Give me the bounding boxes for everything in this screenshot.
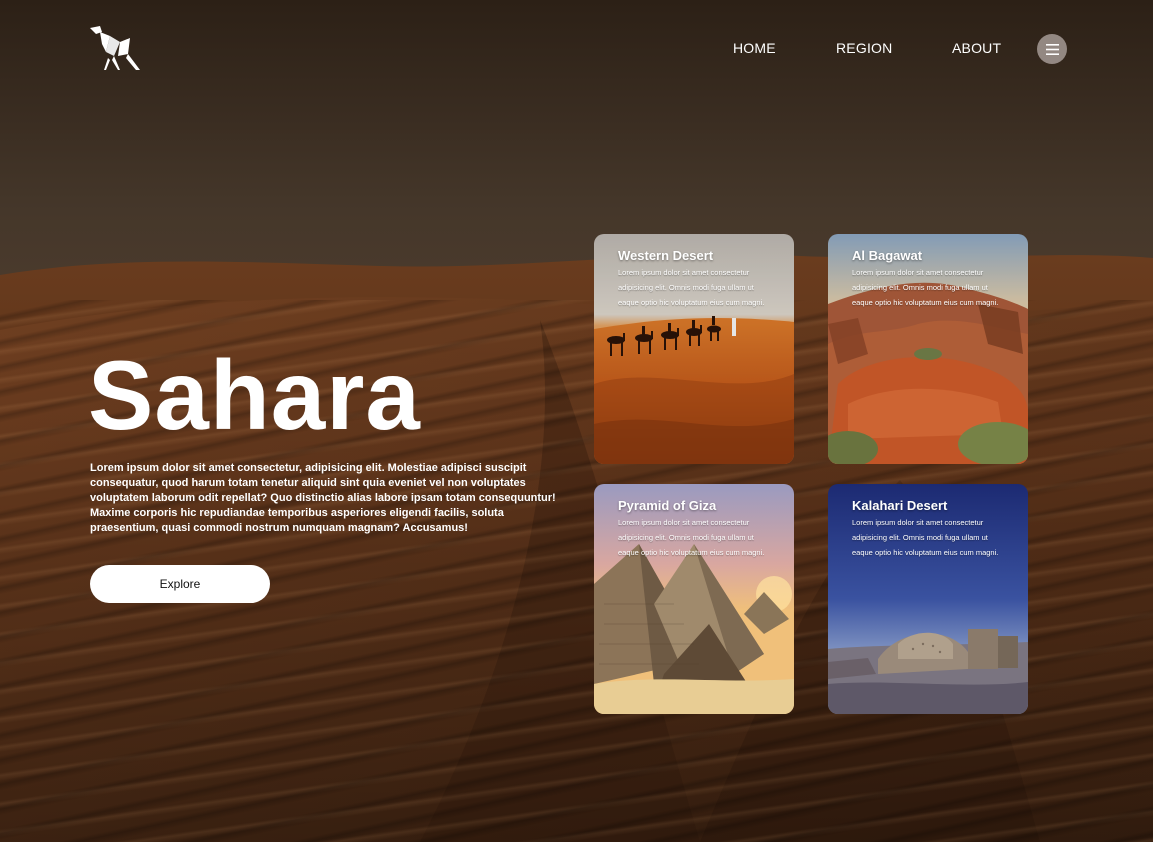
main-navigation: HOME REGION ABOUT [0,40,1153,60]
card-content: Western Desert Lorem ipsum dolor sit ame… [618,248,776,310]
card-description: Lorem ipsum dolor sit amet consectetur a… [852,518,999,557]
nav-item-about[interactable]: ABOUT [952,40,1001,56]
card-content: Kalahari Desert Lorem ipsum dolor sit am… [852,498,1010,560]
nav-item-home[interactable]: HOME [733,40,776,56]
card-description: Lorem ipsum dolor sit amet consectetur a… [618,518,765,557]
explore-button[interactable]: Explore [90,565,270,603]
card-title: Al Bagawat [852,248,923,263]
card-description: Lorem ipsum dolor sit amet consectetur a… [852,268,999,307]
destination-card-al-bagawat[interactable]: Al Bagawat Lorem ipsum dolor sit amet co… [828,234,1028,464]
card-content: Al Bagawat Lorem ipsum dolor sit amet co… [852,248,1010,310]
hamburger-menu-icon [1045,43,1059,55]
destination-card-western-desert[interactable]: Western Desert Lorem ipsum dolor sit ame… [594,234,794,464]
destination-card-pyramid-of-giza[interactable]: Pyramid of Giza Lorem ipsum dolor sit am… [594,484,794,714]
nav-item-region[interactable]: REGION [836,40,892,56]
hero-title: Sahara [88,340,421,450]
hero-description: Lorem ipsum dolor sit amet consectetur, … [90,462,556,534]
card-content: Pyramid of Giza Lorem ipsum dolor sit am… [618,498,776,560]
card-title: Western Desert [618,248,714,263]
card-title: Pyramid of Giza [618,498,717,513]
menu-button[interactable] [1037,34,1067,64]
destination-card-kalahari-desert[interactable]: Kalahari Desert Lorem ipsum dolor sit am… [828,484,1028,714]
card-description: Lorem ipsum dolor sit amet consectetur a… [618,268,765,307]
page-root: HOME REGION ABOUT Sahara Lorem ipsum dol… [0,0,1153,842]
card-title: Kalahari Desert [852,498,948,513]
